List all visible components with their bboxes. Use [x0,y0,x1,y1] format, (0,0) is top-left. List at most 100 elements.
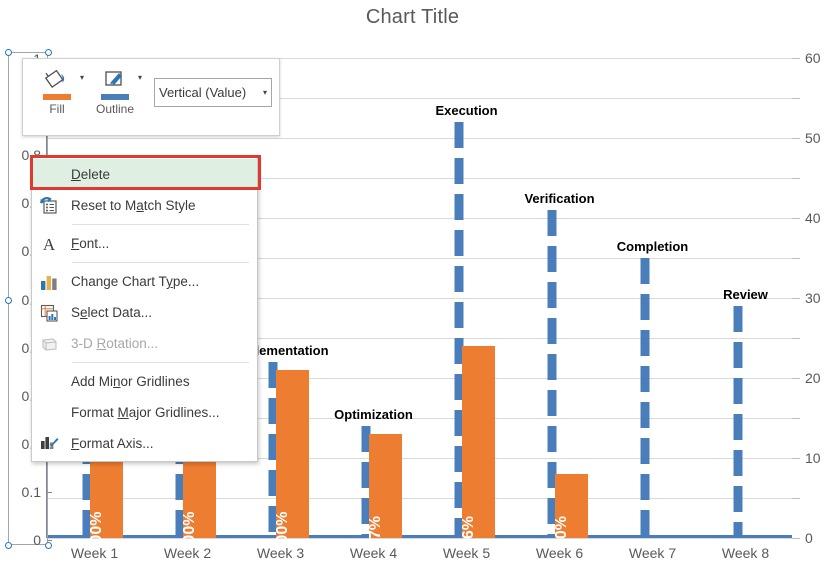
series-point-label[interactable]: Optimization [334,407,413,422]
context-menu-item-add-minor-gridlines[interactable]: Add Minor Gridlines [32,366,257,397]
series-point-label[interactable]: Execution [435,103,497,118]
mini-format-toolbar[interactable]: Fill ▾ Outline ▾ Vertical (Value) ▾ [22,58,280,136]
primary-axis-tick-label: 40 [805,210,821,226]
context-menu-item-reset-to-match-style[interactable]: Reset to Match Style [32,190,257,221]
context-menu-item-label: Format Major Gridlines... [71,405,220,420]
selection-handle[interactable] [5,49,12,56]
planned-bar-segment [454,158,463,184]
primary-axis-tick [792,298,800,299]
progress-bar[interactable]: 46% [460,346,495,548]
planned-bar-segment [454,230,463,256]
secondary-axis-tick [47,540,52,541]
context-menu[interactable]: Delete Reset to Match Style A Font... Change… [31,156,258,462]
primary-axis-tick-label: 0 [805,530,813,546]
planned-bar-segment [640,438,649,464]
primary-axis-tick-label: 10 [805,450,821,466]
series-point-label[interactable]: Review [723,287,768,302]
selection-handle[interactable] [5,542,12,549]
planned-bar[interactable] [640,258,649,538]
fill-color-swatch[interactable] [43,94,71,100]
context-menu-separator [72,262,249,263]
rotation-3d-icon [32,328,66,359]
primary-axis-minor-tick [792,498,800,499]
context-menu-separator [72,362,249,363]
planned-bar-segment [640,402,649,428]
planned-bar-segment [547,246,556,272]
series-point-label[interactable]: Verification [524,191,594,206]
primary-axis-tick [792,138,800,139]
chevron-down-icon[interactable]: ▾ [261,88,267,97]
primary-axis-minor-tick [792,98,800,99]
category-axis-label[interactable]: Week 1 [71,545,118,561]
primary-axis-minor-tick [792,178,800,179]
category-axis-label[interactable]: Week 2 [164,545,211,561]
context-menu-item-format-major-gridlines[interactable]: Format Major Gridlines... [32,397,257,428]
primary-axis-tick-label: 20 [805,370,821,386]
planned-bar-segment [733,342,742,368]
fill-button[interactable]: Fill [35,67,79,116]
format-axis-icon [32,428,66,459]
outline-label: Outline [95,102,135,116]
menu-icon-placeholder [32,366,66,397]
category-axis-label[interactable]: Week 8 [722,545,769,561]
primary-axis-tick [792,218,800,219]
font-icon: A [32,228,66,259]
category-axis-label[interactable]: Week 5 [443,545,490,561]
context-menu-item-label: Change Chart Type... [71,274,200,289]
planned-bar-segment [640,294,649,320]
chart-element-dropdown-value: Vertical (Value) [159,85,247,100]
planned-bar[interactable] [733,306,742,538]
series-point-label[interactable]: Completion [617,239,689,254]
data-label: 87% [367,515,384,549]
context-menu-item-font[interactable]: A Font... [32,228,257,259]
primary-axis-minor-tick [792,338,800,339]
category-axis-label[interactable]: Week 6 [536,545,583,561]
context-menu-item-format-axis[interactable]: Format Axis... [32,428,257,459]
planned-bar-segment [640,510,649,536]
outline-button[interactable]: Outline [93,67,137,116]
primary-axis-minor-tick [792,258,800,259]
context-menu-item-delete[interactable]: Delete [32,159,257,190]
svg-text:A: A [43,235,56,254]
planned-bar-segment [640,474,649,500]
outline-color-swatch[interactable] [101,94,129,100]
chart-type-icon [32,266,66,297]
planned-bar-segment [454,194,463,220]
primary-axis-tick-label: 60 [805,50,821,66]
secondary-axis-tick-label: 0 [33,532,41,548]
planned-bar-segment [733,306,742,332]
planned-bar-segment [640,330,649,356]
selection-handle[interactable] [45,49,52,56]
category-axis-label[interactable]: Week 7 [629,545,676,561]
fill-label: Fill [49,102,65,116]
progress-bar[interactable]: 87% [367,434,402,548]
planned-bar-segment [640,258,649,284]
primary-axis-tick [792,458,800,459]
progress-bar[interactable]: 100% [274,370,309,552]
selection-handle[interactable] [45,542,52,549]
secondary-axis-tick [47,491,52,493]
context-menu-item-3-d-rotation: 3-D Rotation... [32,328,257,359]
context-menu-item-label: 3-D Rotation... [71,336,159,351]
reset-style-icon [32,190,66,221]
outline-caret-icon[interactable]: ▾ [138,73,142,82]
planned-bar-segment [454,122,463,148]
planned-bar-segment [733,378,742,404]
selection-handle[interactable] [5,297,12,304]
context-menu-item-select-data[interactable]: Select Data... [32,297,257,328]
primary-value-axis[interactable]: 0 10 20 30 40 50 60 [792,50,825,546]
primary-axis-tick [792,378,800,379]
progress-bar[interactable]: 20% [553,474,588,548]
planned-bar-segment [733,450,742,476]
menu-icon-placeholder [32,397,66,428]
planned-bar-segment [733,486,742,512]
category-axis-label[interactable]: Week 3 [257,545,304,561]
context-menu-item-change-chart-type[interactable]: Change Chart Type... [32,266,257,297]
planned-bar-segment [547,282,556,308]
chart-element-dropdown[interactable]: Vertical (Value) ▾ [154,78,272,107]
category-axis-label[interactable]: Week 4 [350,545,397,561]
chart-title[interactable]: Chart Title [0,6,825,29]
primary-axis-tick-label: 50 [805,130,821,146]
planned-bar-segment [547,354,556,380]
fill-caret-icon[interactable]: ▾ [80,73,84,82]
